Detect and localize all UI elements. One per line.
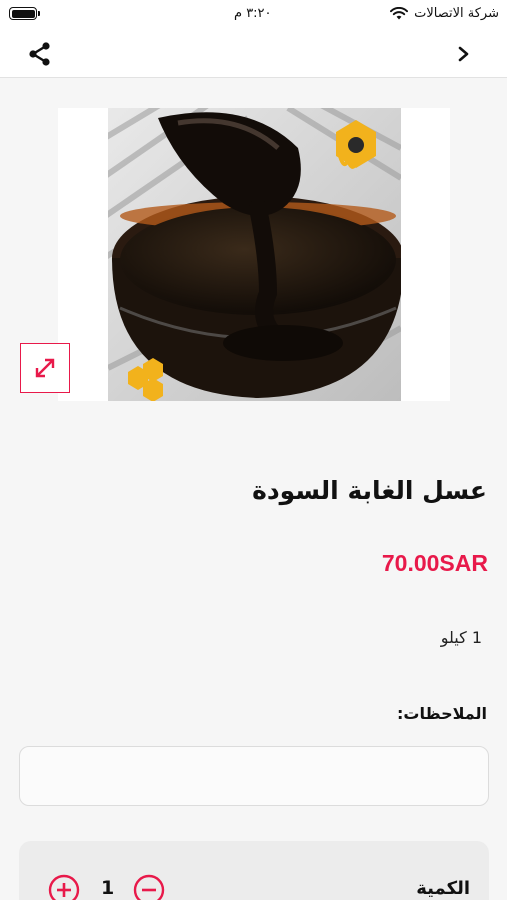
- honey-product-photo: [108, 108, 401, 401]
- notes-input[interactable]: [19, 746, 489, 806]
- carrier-name: شركة الاتصالات: [414, 6, 499, 21]
- status-time: ٣:٢٠ م: [234, 6, 272, 21]
- product-title: عسل الغابة السودة: [252, 476, 487, 505]
- expand-image-button[interactable]: [20, 343, 70, 393]
- notes-label: الملاحظات:: [397, 704, 487, 723]
- share-icon[interactable]: [26, 40, 54, 68]
- quantity-panel: الكمية 1: [19, 841, 489, 900]
- chevron-right-icon[interactable]: [453, 42, 475, 66]
- product-variant: 1 كيلو: [440, 628, 482, 647]
- wifi-icon: [390, 7, 409, 20]
- status-carrier-group: شركة الاتصالات: [390, 6, 499, 21]
- product-price: 70.00SAR: [381, 550, 488, 576]
- product-photo[interactable]: [108, 108, 401, 401]
- quantity-label: الكمية: [416, 878, 470, 899]
- status-bar: ٣:٢٠ م شركة الاتصالات: [0, 0, 507, 30]
- quantity-value: 1: [101, 877, 115, 899]
- product-image-card: [58, 108, 450, 401]
- minus-icon[interactable]: [133, 874, 165, 900]
- expand-icon: [35, 358, 55, 378]
- top-nav-bar: [0, 30, 507, 78]
- plus-icon[interactable]: [48, 874, 80, 900]
- battery-icon: [9, 7, 40, 20]
